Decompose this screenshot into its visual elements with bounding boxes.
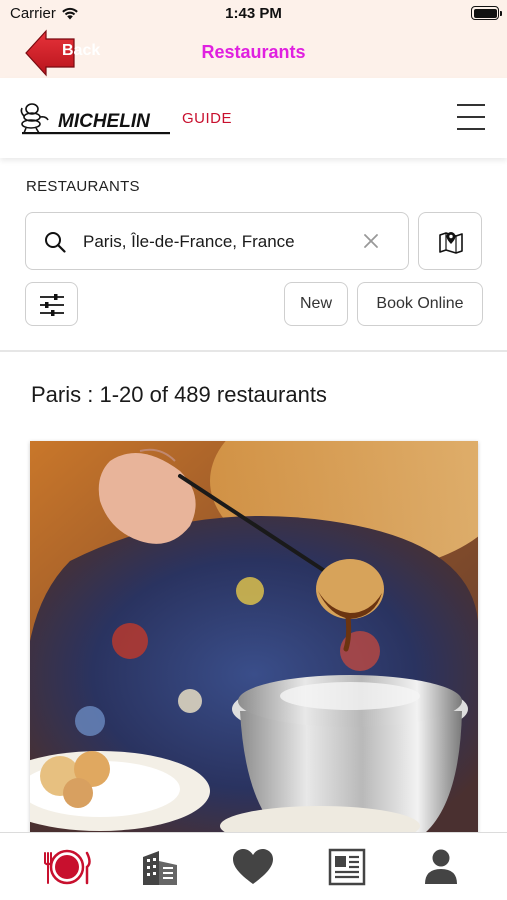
navigation-bar: Back Restaurants xyxy=(0,28,507,78)
search-icon xyxy=(45,232,66,253)
section-label: RESTAURANTS xyxy=(26,178,140,195)
guide-label: GUIDE xyxy=(182,110,233,127)
battery-icon xyxy=(471,6,502,20)
restaurants-tab[interactable] xyxy=(42,847,92,887)
hamburger-menu-button[interactable] xyxy=(457,104,485,130)
michelin-logo[interactable]: MICHELIN xyxy=(18,100,173,136)
filter-chip-book-online[interactable]: Book Online xyxy=(357,282,483,326)
results-count: Paris : 1-20 of 489 restaurants xyxy=(31,382,327,407)
map-view-button[interactable] xyxy=(418,212,482,270)
profile-tab[interactable] xyxy=(416,847,466,887)
profile-tab-icon xyxy=(425,849,457,884)
status-bar: Carrier 1:43 PM xyxy=(0,0,507,28)
restaurants-tab-icon xyxy=(44,849,91,885)
articles-tab[interactable] xyxy=(322,847,372,887)
articles-tab-icon xyxy=(328,848,366,886)
michelin-logo-text: MICHELIN xyxy=(58,111,151,132)
brand-header: MICHELIN GUIDE xyxy=(0,78,507,158)
hotels-tab[interactable] xyxy=(135,847,185,887)
clear-search-icon[interactable] xyxy=(362,232,380,250)
sliders-icon xyxy=(40,294,64,316)
hotels-tab-icon xyxy=(143,851,177,885)
search-value[interactable]: Paris, Île-de-France, France xyxy=(83,232,295,252)
restaurant-photo xyxy=(30,441,478,833)
michelin-man-logo-icon: MICHELIN xyxy=(20,103,170,135)
page-title: Restaurants xyxy=(201,42,306,62)
status-time: 1:43 PM xyxy=(225,5,282,22)
favorites-tab[interactable] xyxy=(228,847,278,887)
filter-chip-new[interactable]: New xyxy=(284,282,348,326)
location-search-field[interactable]: Paris, Île-de-France, France xyxy=(25,212,409,270)
map-pin-icon xyxy=(439,232,463,254)
bottom-tab-bar xyxy=(0,832,507,900)
favorites-tab-icon xyxy=(233,849,273,884)
filters-button[interactable] xyxy=(25,282,78,326)
restaurant-card-image[interactable] xyxy=(30,441,478,833)
section-divider xyxy=(0,350,507,352)
